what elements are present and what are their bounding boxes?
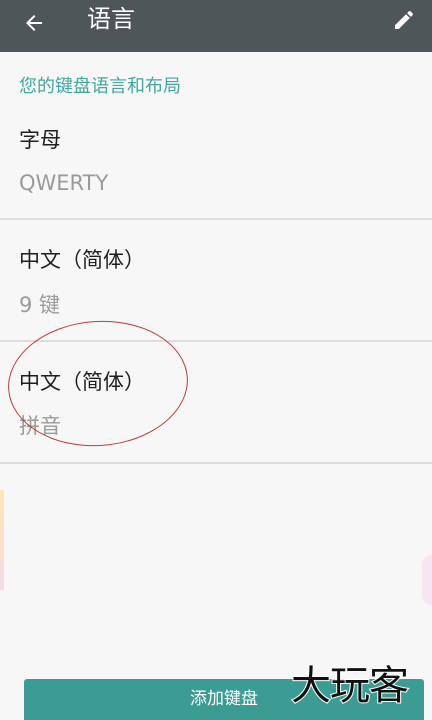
edge-decoration	[0, 490, 4, 590]
app-bar: 语言	[0, 0, 432, 52]
language-name: 中文（简体）	[19, 248, 145, 272]
language-name: 中文（简体）	[19, 370, 145, 394]
language-name: 字母	[19, 128, 61, 152]
language-item[interactable]: 字母 QWERTY	[0, 120, 432, 218]
arrow-left-icon	[26, 15, 42, 31]
back-button[interactable]	[18, 8, 50, 38]
pencil-icon	[395, 10, 413, 30]
watermark: 大玩客	[290, 662, 410, 710]
language-layout: QWERTY	[19, 171, 109, 195]
language-layout: 拼音	[19, 414, 61, 438]
language-layout: 9 键	[19, 293, 61, 317]
divider	[0, 462, 432, 464]
edit-button[interactable]	[389, 5, 419, 35]
language-item[interactable]: 中文（简体） 拼音	[0, 342, 432, 462]
edge-decoration	[422, 555, 432, 605]
language-item[interactable]: 中文（简体） 9 键	[0, 220, 432, 340]
page-title: 语言	[87, 5, 135, 33]
section-header: 您的键盘语言和布局	[19, 76, 181, 97]
